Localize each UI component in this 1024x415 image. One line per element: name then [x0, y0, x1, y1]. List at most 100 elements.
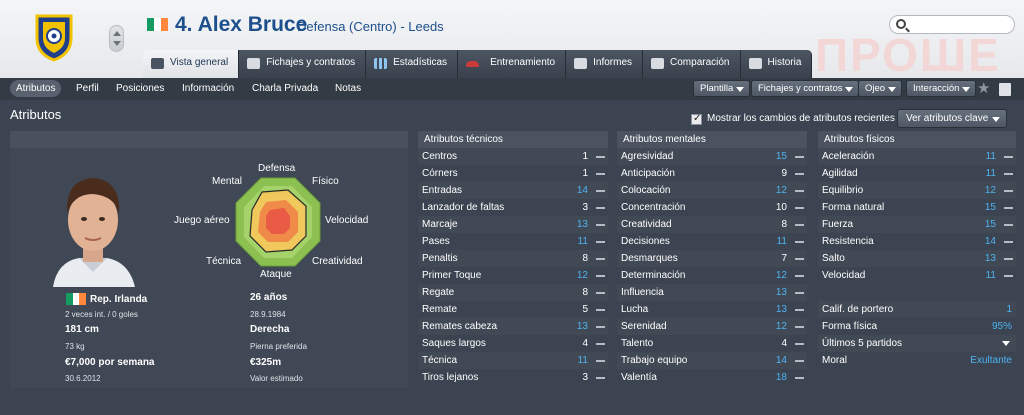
attribute-name: Salto	[822, 253, 845, 264]
attribute-value: 12	[775, 185, 787, 196]
attribute-row[interactable]: Agresividad 15	[617, 148, 807, 165]
player-title: 4. Alex Bruce	[175, 13, 308, 36]
attribute-value: 13	[775, 287, 787, 298]
attribute-name: Remate	[422, 304, 458, 315]
subnav-private-chat[interactable]: Charla Privada	[246, 80, 324, 97]
search-input[interactable]	[889, 15, 1015, 34]
tab-history[interactable]: Historia	[740, 50, 813, 78]
radar-label-speed: Velocidad	[325, 215, 369, 226]
attribute-row[interactable]: Forma natural 15	[818, 199, 1016, 216]
attribute-row[interactable]: Saques largos 4	[418, 335, 608, 352]
attribute-row[interactable]: Primer Toque 12	[418, 267, 608, 284]
attribute-trend-icon	[1004, 224, 1013, 226]
attribute-row[interactable]: Remate 5	[418, 301, 608, 318]
player-value: €325m	[250, 357, 282, 368]
player-switch-arrows[interactable]	[109, 25, 124, 52]
attribute-row[interactable]: Determinación 12	[617, 267, 807, 284]
attribute-row[interactable]: Talento 4	[617, 335, 807, 352]
attribute-row[interactable]: Velocidad 11	[818, 267, 1016, 284]
attribute-row[interactable]: Creatividad 8	[617, 216, 807, 233]
player-weight: 73 kg	[65, 342, 85, 351]
attribute-value: 8	[582, 253, 588, 264]
star-icon[interactable]: ★	[977, 80, 990, 97]
player-nation[interactable]: Rep. Irlanda	[90, 294, 147, 305]
subnav-notes[interactable]: Notas	[329, 80, 367, 97]
attribute-value: 11	[577, 236, 588, 247]
tab-stats[interactable]: Estadísticas	[366, 50, 459, 78]
attribute-row[interactable]: Resistencia 14	[818, 233, 1016, 250]
attribute-row[interactable]: Entradas 14	[418, 182, 608, 199]
report-icon	[574, 58, 588, 69]
radar-label-aerial: Juego aéreo	[174, 215, 230, 226]
attribute-value: 12	[984, 185, 996, 196]
attribute-trend-icon	[596, 258, 605, 260]
tab-compare[interactable]: Comparación	[643, 50, 741, 78]
attribute-row[interactable]: Centros 1	[418, 148, 608, 165]
contracts-dropdown[interactable]: Fichajes y contratos	[751, 80, 860, 97]
key-attributes-dropdown[interactable]: Ver atributos clave	[897, 109, 1008, 128]
attribute-name: Valentía	[621, 372, 657, 383]
attribute-row[interactable]: Desmarques 7	[617, 250, 807, 267]
compare-icon	[651, 58, 665, 69]
attribute-name: Marcaje	[422, 219, 458, 230]
player-position-club[interactable]: Defensa (Centro) - Leeds	[297, 19, 444, 34]
attribute-row[interactable]: Marcaje 13	[418, 216, 608, 233]
attribute-name: Serenidad	[621, 321, 667, 332]
attribute-row[interactable]: Lanzador de faltas 3	[418, 199, 608, 216]
attribute-row[interactable]: Regate 8	[418, 284, 608, 301]
stats-icon	[374, 58, 388, 69]
attribute-value: 1	[582, 168, 588, 179]
attribute-trend-icon	[795, 343, 804, 345]
tab-reports[interactable]: Informes	[566, 50, 644, 78]
attribute-row[interactable]: Técnica 11	[418, 352, 608, 369]
attribute-value: 11	[985, 151, 996, 162]
attribute-row[interactable]: Concentración 10	[617, 199, 807, 216]
ireland-flag-icon	[147, 18, 168, 31]
attribute-trend-icon	[596, 241, 605, 243]
radar-label-defense: Defensa	[258, 163, 296, 174]
attribute-row[interactable]: Agilidad 11	[818, 165, 1016, 182]
attribute-row[interactable]: Trabajo equipo 14	[617, 352, 807, 369]
attribute-row[interactable]: Fuerza 15	[818, 216, 1016, 233]
attribute-row[interactable]: Decisiones 11	[617, 233, 807, 250]
attribute-name: Trabajo equipo	[621, 355, 688, 366]
attribute-row[interactable]: Pases 11	[418, 233, 608, 250]
player-header: 4. Alex Bruce Defensa (Centro) - Leeds П…	[0, 0, 1024, 81]
attribute-value: 14	[775, 355, 787, 366]
subnav-profile[interactable]: Perfil	[70, 80, 105, 97]
club-crest-icon	[35, 14, 73, 62]
attribute-row[interactable]: Tiros lejanos 3	[418, 369, 608, 386]
tab-training[interactable]: Entrenamiento	[458, 50, 567, 78]
tab-contracts[interactable]: Fichajes y contratos	[239, 50, 367, 78]
scouting-dropdown[interactable]: Ojeo	[858, 80, 903, 97]
notes-icon[interactable]	[999, 83, 1011, 96]
attribute-row[interactable]: Influencia 13	[617, 284, 807, 301]
attribute-row[interactable]: Aceleración 11	[818, 148, 1016, 165]
attribute-row[interactable]: Lucha 13	[617, 301, 807, 318]
subnav-attributes[interactable]: Atributos	[10, 80, 62, 97]
attribute-name: Fuerza	[822, 219, 854, 230]
attribute-row[interactable]: Equilibrio 12	[818, 182, 1016, 199]
attribute-row[interactable]: Córners 1	[418, 165, 608, 182]
attribute-value: 7	[781, 253, 787, 264]
recent-changes-label: Mostrar los cambios de atributos recient…	[707, 113, 895, 124]
attribute-row[interactable]: Serenidad 12	[617, 318, 807, 335]
mental-attributes: Atributos mentales Agresividad 15 Anticipa…	[617, 131, 807, 386]
attribute-trend-icon	[1004, 241, 1013, 243]
attribute-row[interactable]: Remates cabeza 13	[418, 318, 608, 335]
chevron-down-icon[interactable]	[1002, 341, 1010, 346]
recent-changes-checkbox[interactable]	[691, 113, 702, 125]
attribute-row[interactable]: Valentía 18	[617, 369, 807, 386]
attribute-row[interactable]: Salto 13	[818, 250, 1016, 267]
attribute-name: Talento	[621, 338, 654, 349]
tab-overview[interactable]: Vista general	[143, 50, 240, 78]
attribute-row[interactable]: Colocación 12	[617, 182, 807, 199]
attribute-value: 8	[582, 287, 588, 298]
subnav-positions[interactable]: Posiciones	[110, 80, 170, 97]
attribute-row[interactable]: Penaltis 8	[418, 250, 608, 267]
nation-flag-icon	[66, 293, 87, 305]
attribute-row[interactable]: Anticipación 9	[617, 165, 807, 182]
subnav-information[interactable]: Información	[176, 80, 240, 97]
squad-dropdown[interactable]: Plantilla	[693, 80, 751, 97]
interaction-dropdown[interactable]: Interacción	[906, 80, 977, 97]
